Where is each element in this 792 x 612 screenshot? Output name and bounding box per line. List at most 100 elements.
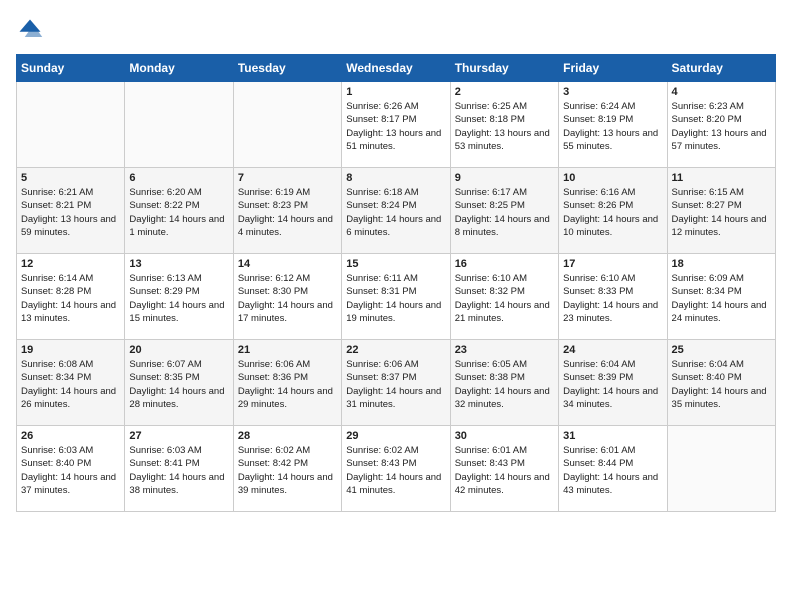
cell-info: Sunrise: 6:26 AMSunset: 8:17 PMDaylight:… — [346, 101, 441, 152]
cell-info: Sunrise: 6:01 AMSunset: 8:44 PMDaylight:… — [563, 445, 658, 496]
day-number: 28 — [238, 430, 337, 442]
cell-info: Sunrise: 6:10 AMSunset: 8:33 PMDaylight:… — [563, 273, 658, 324]
calendar-cell: 13 Sunrise: 6:13 AMSunset: 8:29 PMDayligh… — [125, 254, 233, 340]
day-number: 2 — [455, 86, 554, 98]
col-friday: Friday — [559, 55, 667, 82]
calendar-cell: 1 Sunrise: 6:26 AMSunset: 8:17 PMDaylight… — [342, 82, 450, 168]
calendar-cell: 3 Sunrise: 6:24 AMSunset: 8:19 PMDaylight… — [559, 82, 667, 168]
calendar-cell: 26 Sunrise: 6:03 AMSunset: 8:40 PMDayligh… — [17, 426, 125, 512]
cell-info: Sunrise: 6:16 AMSunset: 8:26 PMDaylight:… — [563, 187, 658, 238]
calendar-cell: 4Sunrise: 6:23 AMSunset: 8:20 PMDaylight… — [667, 82, 775, 168]
day-number: 31 — [563, 430, 662, 442]
day-number: 17 — [563, 258, 662, 270]
cell-info: Sunrise: 6:25 AMSunset: 8:18 PMDaylight:… — [455, 101, 550, 152]
calendar-cell: 23 Sunrise: 6:05 AMSunset: 8:38 PMDayligh… — [450, 340, 558, 426]
calendar-cell: 18 Sunrise: 6:09 AMSunset: 8:34 PMDayligh… — [667, 254, 775, 340]
day-number: 29 — [346, 430, 445, 442]
cell-info: Sunrise: 6:13 AMSunset: 8:29 PMDaylight:… — [129, 273, 224, 324]
week-row-1: 1 Sunrise: 6:26 AMSunset: 8:17 PMDaylight… — [17, 82, 776, 168]
calendar-cell — [233, 82, 341, 168]
cell-info: Sunrise: 6:19 AMSunset: 8:23 PMDaylight:… — [238, 187, 333, 238]
col-thursday: Thursday — [450, 55, 558, 82]
cell-info: Sunrise: 6:05 AMSunset: 8:38 PMDaylight:… — [455, 359, 550, 410]
day-number: 18 — [672, 258, 771, 270]
cell-info: Sunrise: 6:12 AMSunset: 8:30 PMDaylight:… — [238, 273, 333, 324]
day-number: 22 — [346, 344, 445, 356]
cell-info: Sunrise: 6:09 AMSunset: 8:34 PMDaylight:… — [672, 273, 767, 324]
page: Sunday Monday Tuesday Wednesday Thursday… — [0, 0, 792, 522]
day-number: 10 — [563, 172, 662, 184]
calendar-cell: 2 Sunrise: 6:25 AMSunset: 8:18 PMDaylight… — [450, 82, 558, 168]
cell-info: Sunrise: 6:02 AMSunset: 8:42 PMDaylight:… — [238, 445, 333, 496]
calendar-cell: 5 Sunrise: 6:21 AMSunset: 8:21 PMDaylight… — [17, 168, 125, 254]
week-row-4: 19Sunrise: 6:08 AMSunset: 8:34 PMDayligh… — [17, 340, 776, 426]
cell-info: Sunrise: 6:02 AMSunset: 8:43 PMDaylight:… — [346, 445, 441, 496]
cell-info: Sunrise: 6:01 AMSunset: 8:43 PMDaylight:… — [455, 445, 550, 496]
day-number: 8 — [346, 172, 445, 184]
day-number: 6 — [129, 172, 228, 184]
day-number: 5 — [21, 172, 120, 184]
week-row-5: 26 Sunrise: 6:03 AMSunset: 8:40 PMDayligh… — [17, 426, 776, 512]
cell-info: Sunrise: 6:20 AMSunset: 8:22 PMDaylight:… — [129, 187, 224, 238]
col-tuesday: Tuesday — [233, 55, 341, 82]
calendar-cell — [667, 426, 775, 512]
header-row: Sunday Monday Tuesday Wednesday Thursday… — [17, 55, 776, 82]
calendar-cell: 15Sunrise: 6:11 AMSunset: 8:31 PMDayligh… — [342, 254, 450, 340]
calendar-cell: 28 Sunrise: 6:02 AMSunset: 8:42 PMDayligh… — [233, 426, 341, 512]
calendar-cell: 19Sunrise: 6:08 AMSunset: 8:34 PMDayligh… — [17, 340, 125, 426]
col-sunday: Sunday — [17, 55, 125, 82]
logo-icon — [16, 16, 44, 44]
cell-info: Sunrise: 6:21 AMSunset: 8:21 PMDaylight:… — [21, 187, 116, 238]
day-number: 21 — [238, 344, 337, 356]
day-number: 12 — [21, 258, 120, 270]
calendar-cell: 17 Sunrise: 6:10 AMSunset: 8:33 PMDayligh… — [559, 254, 667, 340]
calendar-cell: 20 Sunrise: 6:07 AMSunset: 8:35 PMDayligh… — [125, 340, 233, 426]
cell-info: Sunrise: 6:06 AMSunset: 8:36 PMDaylight:… — [238, 359, 333, 410]
col-wednesday: Wednesday — [342, 55, 450, 82]
calendar-cell: 12 Sunrise: 6:14 AMSunset: 8:28 PMDayligh… — [17, 254, 125, 340]
cell-info: Sunrise: 6:10 AMSunset: 8:32 PMDaylight:… — [455, 273, 550, 324]
day-number: 20 — [129, 344, 228, 356]
calendar-cell — [17, 82, 125, 168]
calendar-cell: 22Sunrise: 6:06 AMSunset: 8:37 PMDayligh… — [342, 340, 450, 426]
calendar-cell: 6 Sunrise: 6:20 AMSunset: 8:22 PMDaylight… — [125, 168, 233, 254]
day-number: 24 — [563, 344, 662, 356]
col-monday: Monday — [125, 55, 233, 82]
cell-info: Sunrise: 6:07 AMSunset: 8:35 PMDaylight:… — [129, 359, 224, 410]
calendar-cell: 11Sunrise: 6:15 AMSunset: 8:27 PMDayligh… — [667, 168, 775, 254]
day-number: 27 — [129, 430, 228, 442]
calendar-cell: 29 Sunrise: 6:02 AMSunset: 8:43 PMDayligh… — [342, 426, 450, 512]
cell-info: Sunrise: 6:24 AMSunset: 8:19 PMDaylight:… — [563, 101, 658, 152]
calendar-cell: 31 Sunrise: 6:01 AMSunset: 8:44 PMDayligh… — [559, 426, 667, 512]
calendar-cell: 16Sunrise: 6:10 AMSunset: 8:32 PMDayligh… — [450, 254, 558, 340]
day-number: 25 — [672, 344, 771, 356]
week-row-3: 12 Sunrise: 6:14 AMSunset: 8:28 PMDayligh… — [17, 254, 776, 340]
cell-info: Sunrise: 6:23 AMSunset: 8:20 PMDaylight:… — [672, 101, 767, 152]
calendar-cell: 25 Sunrise: 6:04 AMSunset: 8:40 PMDayligh… — [667, 340, 775, 426]
cell-info: Sunrise: 6:17 AMSunset: 8:25 PMDaylight:… — [455, 187, 550, 238]
cell-info: Sunrise: 6:03 AMSunset: 8:40 PMDaylight:… — [21, 445, 116, 496]
day-number: 1 — [346, 86, 445, 98]
calendar-cell: 24Sunrise: 6:04 AMSunset: 8:39 PMDayligh… — [559, 340, 667, 426]
day-number: 3 — [563, 86, 662, 98]
day-number: 15 — [346, 258, 445, 270]
calendar-cell: 9 Sunrise: 6:17 AMSunset: 8:25 PMDaylight… — [450, 168, 558, 254]
day-number: 14 — [238, 258, 337, 270]
calendar-cell: 21 Sunrise: 6:06 AMSunset: 8:36 PMDayligh… — [233, 340, 341, 426]
week-row-2: 5 Sunrise: 6:21 AMSunset: 8:21 PMDaylight… — [17, 168, 776, 254]
calendar-cell: 27 Sunrise: 6:03 AMSunset: 8:41 PMDayligh… — [125, 426, 233, 512]
cell-info: Sunrise: 6:14 AMSunset: 8:28 PMDaylight:… — [21, 273, 116, 324]
day-number: 23 — [455, 344, 554, 356]
day-number: 9 — [455, 172, 554, 184]
day-number: 26 — [21, 430, 120, 442]
calendar-cell: 7 Sunrise: 6:19 AMSunset: 8:23 PMDaylight… — [233, 168, 341, 254]
calendar-cell: 14 Sunrise: 6:12 AMSunset: 8:30 PMDayligh… — [233, 254, 341, 340]
cell-info: Sunrise: 6:04 AMSunset: 8:40 PMDaylight:… — [672, 359, 767, 410]
cell-info: Sunrise: 6:03 AMSunset: 8:41 PMDaylight:… — [129, 445, 224, 496]
calendar-cell: 10 Sunrise: 6:16 AMSunset: 8:26 PMDayligh… — [559, 168, 667, 254]
calendar-table: Sunday Monday Tuesday Wednesday Thursday… — [16, 54, 776, 512]
calendar-cell: 8Sunrise: 6:18 AMSunset: 8:24 PMDaylight… — [342, 168, 450, 254]
day-number: 7 — [238, 172, 337, 184]
logo — [16, 16, 48, 44]
day-number: 13 — [129, 258, 228, 270]
